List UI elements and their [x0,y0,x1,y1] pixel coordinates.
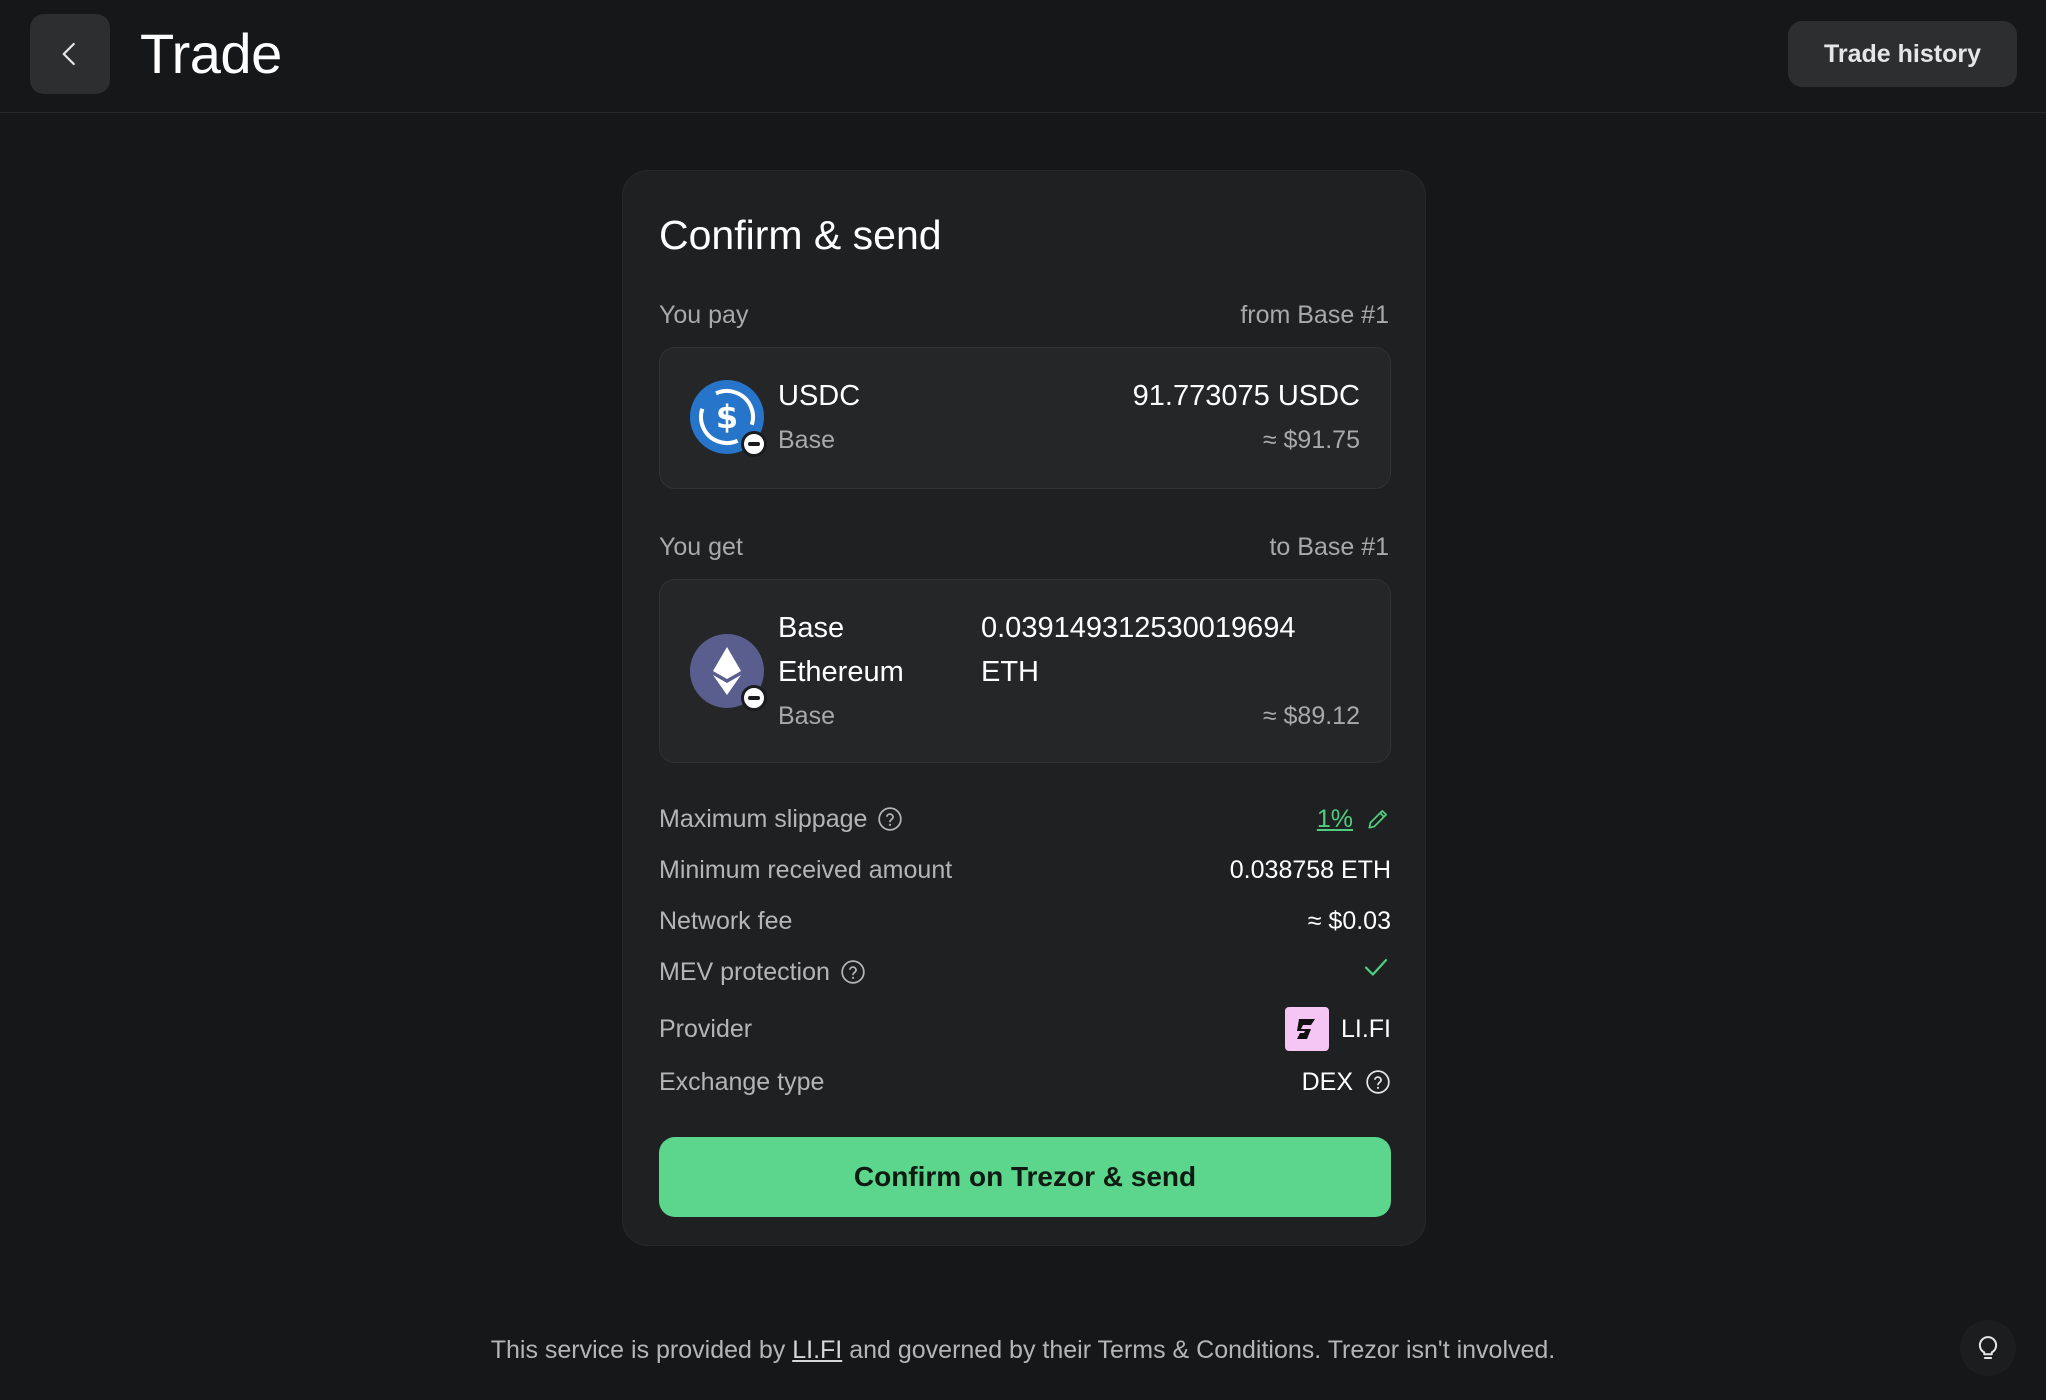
back-button[interactable] [30,14,110,94]
pay-asset-network: Base [778,426,835,454]
slippage-label: Maximum slippage [659,805,868,833]
card-title: Confirm & send [659,212,942,258]
lifi-footer-link[interactable]: LI.FI [792,1336,842,1364]
get-asset-name-line2: Ethereum [778,656,904,688]
chevron-left-icon [62,42,75,66]
pay-amount: 91.773075 USDC [1132,380,1360,412]
exchange-type-label: Exchange type [659,1068,825,1096]
header-bar: Trade Trade history [0,0,2046,113]
min-received-value: 0.038758 ETH [1229,856,1391,884]
you-pay-label: You pay [659,301,749,329]
trade-history-button[interactable]: Trade history [1788,21,2017,87]
pencil-edit-icon[interactable] [1365,806,1391,832]
provider-label: Provider [659,1015,753,1043]
help-circle-icon[interactable] [877,806,903,832]
get-asset-name-line1: Base [778,612,845,644]
network-fee-value: ≈ $0.03 [1307,907,1391,935]
you-get-label: You get [659,533,743,561]
provider-row: Provider LI.FI [659,1004,1391,1054]
footer-disclaimer: This service is provided by LI.FI and go… [0,1330,2046,1370]
get-fiat-value: ≈ $89.12 [1262,702,1360,730]
lifi-logo-icon [1284,1007,1329,1051]
exchange-type-value: DEX [1301,1068,1353,1096]
footer-text-before: This service is provided by [490,1336,793,1364]
confirm-send-card: Confirm & send You pay from Base #1 $ US… [622,170,1426,1246]
network-fee-label: Network fee [659,907,793,935]
network-fee-row: Network fee ≈ $0.03 [659,901,1391,941]
usdc-coin-icon: $ [690,380,767,457]
pay-asset-box: $ USDC Base 91.773075 USDC ≈ $91.75 [659,347,1391,489]
get-destination-account: to Base #1 [1269,533,1389,561]
check-icon [1364,959,1388,976]
lightbulb-icon [1978,1336,1998,1359]
help-circle-icon[interactable] [840,959,866,985]
base-chain-badge-icon [741,685,767,711]
pay-asset-name: USDC [778,380,861,412]
base-chain-badge-icon [741,431,767,457]
get-amount-line2: ETH [981,656,1039,688]
footer-text-after: and governed by their Terms & Conditions… [842,1336,1556,1364]
min-received-label: Minimum received amount [659,856,953,884]
tips-button[interactable] [1960,1320,2016,1376]
svg-text:$: $ [716,398,738,436]
eth-coin-icon [690,634,767,711]
mev-protection-label: MEV protection [659,958,830,986]
get-asset-network: Base [778,702,835,730]
mev-protection-row: MEV protection [659,952,1391,992]
help-circle-icon[interactable] [1365,1069,1391,1095]
provider-value: LI.FI [1340,1015,1391,1043]
slippage-value-link[interactable]: 1% [1317,799,1353,839]
slippage-row: Maximum slippage 1% [659,799,1391,839]
get-asset-box: Base Ethereum Base 0.039149312530019694 … [659,579,1391,763]
page-title: Trade [140,22,282,85]
get-amount-line1: 0.039149312530019694 [981,612,1296,644]
min-received-row: Minimum received amount 0.038758 ETH [659,850,1391,890]
pay-fiat-value: ≈ $91.75 [1262,426,1360,454]
exchange-type-row: Exchange type DEX [659,1062,1391,1102]
confirm-on-trezor-send-button[interactable]: Confirm on Trezor & send [659,1137,1391,1217]
pay-source-account: from Base #1 [1240,301,1389,329]
